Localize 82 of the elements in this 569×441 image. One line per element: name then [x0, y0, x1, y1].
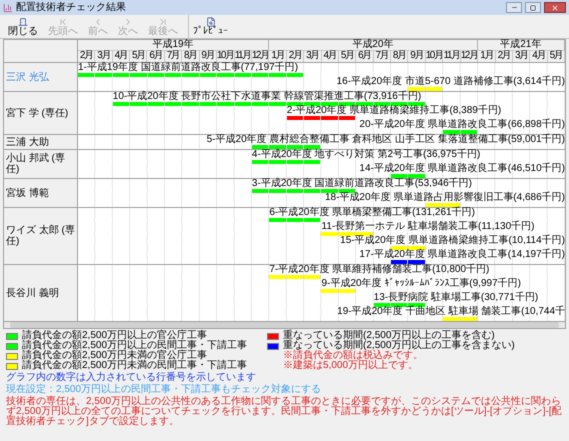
bar-label: 13-長野病院 駐車場工事(30,771千円): [374, 293, 538, 303]
month-header: 11月: [443, 51, 461, 62]
bar-label: 19-平成20年度 千曲地区 駐車場 舗装工事(10,744千: [337, 307, 565, 317]
app-icon: [3, 2, 13, 12]
horizontal-scrollbar[interactable]: [4, 322, 565, 328]
person-name[interactable]: 宮下 学 (専任): [6, 108, 68, 118]
bar-label: 10-平成20年度 長野市公社下水道事業 幹線管渠推進工事(73,916千円): [112, 92, 422, 102]
explanation-text: 技術者の専任は、2,500万円以上の公共性のある工作物に関する工事のときに必要ですが、このシステムでは公共性に関わらず2,500万円以上の全ての工事についてチェックを行います。民間工事・下請工事を外すかどうかは[ツール]-[オプション]-[配置技術者チェック]タブで設定します。: [6, 397, 563, 427]
bar-label: 14-平成20年度 県単道路改良工事(46,510千円): [359, 164, 565, 174]
bar-label: 7-平成20年度 県単維持補修舗装工事(10,800千円): [269, 265, 490, 275]
close-button[interactable]: [544, 2, 566, 13]
toolbar-button[interactable]: 閉じる: [4, 15, 42, 38]
month-header: 12月: [460, 51, 478, 62]
note-text: ※建築は5,000万円以上です。: [282, 361, 420, 371]
bar-label: 9-平成20年度 ｷﾞｬｯｼﾙｰﾑﾊﾞﾗﾝｽ工事(9,997千円): [322, 279, 521, 289]
month-header: 2月: [496, 51, 514, 62]
month-header: 2月: [78, 51, 96, 62]
legend-label: 請負代金の額2,500万円未満の官公庁工事: [22, 351, 208, 361]
month-header: 3月: [304, 51, 322, 62]
month-header: 10月: [426, 51, 444, 62]
legend-label: 請負代金の額2,500万円以上の官公庁工事: [22, 331, 208, 341]
month-header: 4月: [322, 51, 339, 62]
legend-label: 重なっている期間(2,500万円以上の工事を含まない): [283, 341, 515, 351]
person-name[interactable]: 三沢 光弘: [6, 72, 49, 82]
person-name[interactable]: 三浦 大助: [6, 136, 49, 148]
preview-icon: [206, 16, 216, 26]
bar-label: 5-平成20年度 農村総合整備工事 倉科地区 山手工区 集落道整備工事(59,001千円): [206, 135, 565, 145]
month-header: 12月: [252, 51, 270, 62]
year-header: 平成20年: [269, 40, 478, 50]
month-header: 8月: [391, 51, 408, 62]
bar-label: 20-平成20年度 県単道路改良工事(66,898千円): [359, 120, 565, 130]
maximize-icon: [530, 4, 536, 10]
month-header: 7月: [374, 51, 391, 62]
month-header: 2月: [286, 51, 304, 62]
bar-label: 15-平成20年度 県単道路橋梁維持工事(10,114千円): [340, 236, 565, 246]
maximize-button[interactable]: [525, 2, 541, 13]
door-icon: [18, 16, 28, 26]
bar-label: 6-平成20年度 県単橋梁整備工事(131,261千円): [269, 208, 475, 218]
month-header: 8月: [182, 51, 200, 62]
bar-label: 2-平成20年度 県単道路橋梁維持工事(8,389千円): [286, 106, 502, 116]
bar-label: 4-平成20年度 地すべり対策 第2号工事(36,975千円): [252, 150, 480, 160]
bar-label: 17-平成20年度 県単道路改良工事(14,197千円): [359, 250, 565, 260]
minimize-icon: [510, 4, 518, 11]
month-header: 4月: [530, 51, 548, 62]
month-header: 11月: [234, 51, 252, 62]
close-icon: [551, 4, 559, 12]
month-header: 5月: [548, 51, 566, 62]
last-icon: [158, 16, 168, 26]
legend-label: 重なっている期間(2,500万円以上の工事を含む): [283, 331, 495, 341]
month-header: 3月: [513, 51, 530, 62]
bar-label: 11-長野第一ホテル 駐車場舗装工事(11,130千円): [322, 222, 534, 232]
legend-label: 請負代金の額2,500万円未満の民間工事・下請工事: [22, 361, 248, 371]
minimize-button[interactable]: [506, 2, 522, 13]
month-header: 9月: [200, 51, 217, 62]
month-header: 1月: [478, 51, 496, 62]
bar-label: 3-平成20年度 国道緑前道路改良工事(53,946千円): [252, 179, 472, 189]
person-name[interactable]: 長谷川 義明: [6, 288, 59, 298]
month-header: 9月: [408, 51, 426, 62]
month-header: 10月: [216, 51, 234, 62]
month-header: 1月: [269, 51, 287, 62]
month-header: 5月: [130, 51, 148, 62]
month-header: 5月: [338, 51, 356, 62]
month-header: 3月: [95, 51, 113, 62]
window-title: 配置技術者チェック結果: [16, 2, 127, 12]
month-header: 4月: [112, 51, 130, 62]
year-header: 平成19年: [78, 40, 270, 50]
toolbar-button[interactable]: ﾌﾟﾚﾋﾞｭｰ: [188, 15, 232, 38]
setting-text: 現在設定：2,500万円以上の民間工事・下請工事もチェック対象にする: [6, 385, 322, 395]
person-name[interactable]: 宮坂 博範: [6, 188, 49, 198]
bar-label: 16-平成20年度 市道5-670 道路補修工事(3,614千円): [336, 77, 565, 87]
person-name[interactable]: 小山 邦武 (専任): [6, 153, 75, 175]
first-icon: [58, 16, 68, 26]
bar-label: 1-平成19年度 国道緑前道路改良工事(77,197千円): [78, 63, 298, 73]
note-text: ※請負代金の額は税込みです。: [282, 351, 424, 361]
year-header: 平成21年: [478, 40, 565, 50]
month-header: 6月: [356, 51, 374, 62]
month-header: 6月: [147, 51, 165, 62]
person-name[interactable]: ワイズ 太郎 (専任): [6, 225, 75, 247]
legend-label: 請負代金の額2,500万円以上の民間工事・下請工事: [22, 341, 248, 351]
info-text: グラフ内の数字は入力されている行番号を示しています: [6, 373, 257, 383]
bar-label: 18-平成20年度 県単道路占用影響復旧工事(4,686千円): [324, 193, 565, 203]
month-header: 7月: [164, 51, 182, 62]
